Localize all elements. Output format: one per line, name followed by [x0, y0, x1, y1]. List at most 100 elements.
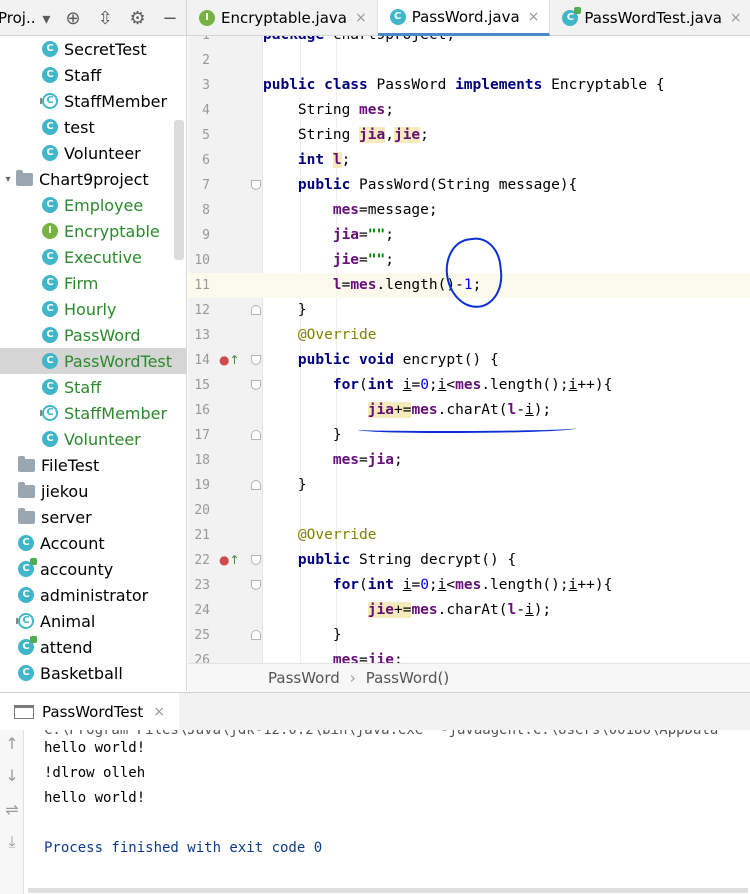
tree-item[interactable]: Cadministrator — [0, 582, 186, 608]
tree-item-label: Animal — [40, 611, 96, 631]
close-icon[interactable]: × — [153, 704, 165, 720]
tab-passwordtest[interactable]: C PassWordTest.java × — [550, 0, 750, 36]
fold-icon[interactable] — [251, 430, 261, 440]
tree-item[interactable]: C Basketball — [0, 660, 186, 686]
tree-item[interactable]: C Staff — [0, 374, 186, 400]
code-line[interactable]: 13 @Override — [188, 323, 750, 348]
tree-item[interactable]: C Staff — [0, 62, 186, 88]
folder-icon — [18, 507, 35, 524]
close-icon[interactable]: × — [730, 10, 742, 26]
code-line[interactable]: 22 ●↑ public String decrypt() { — [188, 548, 750, 573]
fold-icon[interactable] — [251, 630, 261, 640]
code-line[interactable]: 1 package chart9project; — [188, 36, 750, 48]
code-line[interactable]: 26 mes=jie; — [188, 648, 750, 663]
tree-package[interactable]: server — [0, 504, 186, 530]
tree-item[interactable]: C Hourly — [0, 296, 186, 322]
target-icon[interactable]: ⊕ — [57, 0, 89, 36]
fold-icon[interactable] — [251, 480, 261, 490]
scroll-to-end-icon[interactable]: ⤓ — [4, 832, 20, 852]
tree-package[interactable]: FileTest — [0, 452, 186, 478]
breadcrumb-class[interactable]: PassWord — [268, 669, 340, 687]
code-line[interactable]: 7 public PassWord(String message){ — [188, 173, 750, 198]
fold-icon[interactable] — [251, 580, 261, 590]
tree-item-label: Firm — [64, 273, 99, 293]
code-line[interactable]: 8 mes=message; — [188, 198, 750, 223]
code-text: String mes; — [263, 102, 394, 118]
tab-password[interactable]: C PassWord.java × — [377, 0, 551, 36]
tree-item[interactable]: C Account — [0, 530, 186, 556]
tree-package[interactable]: ▾ Chart9project — [0, 166, 186, 192]
breadcrumb-method[interactable]: PassWord() — [366, 669, 449, 687]
console-scrollbar[interactable] — [28, 888, 748, 893]
soft-wrap-icon[interactable]: ⇌ — [4, 800, 20, 819]
line-number: 19 — [194, 478, 210, 493]
code-line[interactable]: 20 — [188, 498, 750, 523]
tree-item[interactable]: Caccounty — [0, 556, 186, 582]
tab-encryptable[interactable]: I Encryptable.java × — [187, 0, 378, 36]
scroll-down-icon[interactable]: ↓ — [4, 766, 20, 785]
gear-icon[interactable]: ⚙ — [121, 0, 153, 36]
tree-package[interactable]: jiekou — [0, 478, 186, 504]
class-icon: C — [42, 301, 58, 317]
tree-item[interactable]: C Firm — [0, 270, 186, 296]
folder-icon — [18, 481, 35, 498]
fold-icon[interactable] — [251, 380, 261, 390]
tree-item[interactable]: C Animal — [0, 608, 186, 634]
fold-icon[interactable] — [251, 555, 261, 565]
code-line[interactable]: 21 @Override — [188, 523, 750, 548]
code-line[interactable]: 3 public class PassWord implements Encryp… — [188, 73, 750, 98]
tree-item[interactable]: C Executive — [0, 244, 186, 270]
minimize-icon[interactable]: − — [154, 0, 186, 36]
breadcrumb: PassWord › PassWord() — [188, 663, 750, 692]
code-line[interactable]: 25 } — [188, 623, 750, 648]
line-number: 9 — [202, 228, 210, 243]
fold-icon[interactable] — [251, 180, 261, 190]
console-output[interactable]: C:\Program Files\Java\jdk-12.0.2\bin\jav… — [24, 730, 750, 894]
line-number: 5 — [202, 128, 210, 143]
tree-scrollbar[interactable] — [174, 120, 184, 260]
collapse-icon[interactable]: ⇳ — [89, 0, 121, 36]
project-tree: C SecretTest C Staff C StaffMember Ctest CV… — [0, 36, 187, 691]
tree-item[interactable]: Cattend — [0, 634, 186, 660]
tree-item[interactable]: C StaffMember — [0, 400, 186, 426]
code-line[interactable]: 5 String jia,jie; — [188, 123, 750, 148]
code-line[interactable]: 18 mes=jia; — [188, 448, 750, 473]
tree-item[interactable]: C PassWord — [0, 322, 186, 348]
code-line[interactable]: 14 ●↑ public void encrypt() { — [188, 348, 750, 373]
run-tab[interactable]: PassWordTest × — [0, 692, 180, 731]
code-line[interactable]: 4 String mes; — [188, 98, 750, 123]
fold-icon[interactable] — [251, 355, 261, 365]
fold-icon[interactable] — [251, 305, 261, 315]
code-line[interactable]: 24 jie+=mes.charAt(l-i); — [188, 598, 750, 623]
implements-method-icon[interactable]: ●↑ — [219, 348, 240, 373]
tree-item[interactable]: C SecretTest — [0, 36, 186, 62]
code-editor[interactable]: 1 package chart9project; 2 3 public class … — [188, 36, 750, 663]
tree-item[interactable]: I Encryptable — [0, 218, 186, 244]
tree-item-selected[interactable]: C PassWordTest — [0, 348, 186, 374]
tree-item[interactable]: C Volunteer — [0, 426, 186, 452]
tree-item-label: administrator — [40, 585, 149, 605]
code-line[interactable]: 19 } — [188, 473, 750, 498]
tree-item[interactable]: C Volunteer — [0, 140, 186, 166]
line-number: 15 — [194, 378, 210, 393]
class-icon: C — [18, 535, 34, 551]
project-dropdown-icon[interactable]: ▾ — [36, 0, 57, 36]
class-icon: C — [42, 379, 58, 395]
scroll-up-icon[interactable]: ↑ — [4, 734, 20, 753]
code-line[interactable]: 2 — [188, 48, 750, 73]
code-line[interactable]: 6 int l; — [188, 148, 750, 173]
tree-item[interactable]: Ctest — [0, 114, 186, 140]
tree-item[interactable]: C StaffMember — [0, 88, 186, 114]
chevron-down-icon[interactable]: ▾ — [0, 174, 16, 185]
code-line[interactable]: 15 for(int i=0;i<mes.length();i++){ — [188, 373, 750, 398]
code-text: } — [263, 427, 342, 443]
tree-item-label: test — [64, 117, 95, 137]
tree-item[interactable]: C Employee — [0, 192, 186, 218]
close-icon[interactable]: × — [355, 10, 367, 26]
close-icon[interactable]: × — [528, 9, 540, 25]
implements-method-icon[interactable]: ●↑ — [219, 548, 240, 573]
code-line[interactable]: 16 jia+=mes.charAt(l-i); — [188, 398, 750, 423]
project-view-label[interactable]: Proj.. — [0, 9, 36, 27]
code-line[interactable]: 23 for(int i=0;i<mes.length();i++){ — [188, 573, 750, 598]
run-tab-label: PassWordTest — [42, 702, 144, 721]
